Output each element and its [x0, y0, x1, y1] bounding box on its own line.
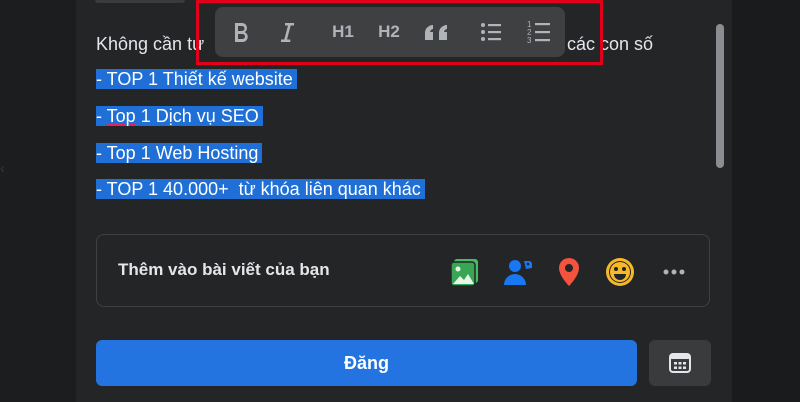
italic-icon [281, 23, 294, 42]
misspelled-word: TOP [106, 179, 144, 199]
bold-icon [235, 23, 248, 42]
dialog-top-element [95, 0, 185, 3]
editor-scrollbar[interactable] [716, 24, 724, 168]
editor-line-1[interactable]: - TOP 1 Thiết kế website [96, 67, 297, 91]
background-right [732, 0, 800, 402]
numbered-list-icon: 123 [527, 20, 550, 45]
editor-line-2[interactable]: - Top 1 Dịch vụ SEO [96, 104, 263, 128]
location-icon [559, 258, 579, 286]
bulleted-list-button[interactable] [473, 17, 509, 47]
misspelled-word: TOP [106, 69, 144, 89]
left-edge-chevron-icon: ‹ [0, 160, 5, 176]
feeling-activity-button[interactable] [603, 255, 637, 289]
misspelled-word: Top [106, 143, 136, 163]
tag-people-icon [504, 260, 532, 285]
add-to-post-box: Thêm vào bài viết của bạn [96, 234, 710, 307]
misspelled-word: Top [106, 106, 136, 126]
bold-button[interactable] [223, 17, 259, 47]
more-icon [663, 269, 685, 275]
bulleted-list-icon [481, 23, 501, 41]
add-to-post-label: Thêm vào bài viết của bạn [118, 260, 330, 279]
calendar-icon [669, 353, 691, 373]
quote-icon [424, 24, 447, 40]
post-button[interactable]: Đăng [96, 340, 637, 386]
background-left [0, 0, 76, 402]
italic-button[interactable] [269, 17, 305, 47]
heading1-button[interactable]: H1 [325, 17, 361, 47]
format-toolbar: H1 H2 123 [215, 7, 565, 57]
numbered-list-button[interactable]: 123 [521, 17, 557, 47]
feeling-icon [606, 258, 634, 286]
photo-video-button[interactable] [448, 255, 482, 289]
schedule-button[interactable] [649, 340, 711, 386]
editor-intro-left[interactable]: Không cần tự [96, 32, 204, 56]
editor-intro-right[interactable]: các con số [567, 32, 653, 56]
quote-button[interactable] [419, 17, 455, 47]
check-in-button[interactable] [552, 255, 586, 289]
tag-people-button[interactable] [501, 255, 535, 289]
svg-text:3: 3 [527, 36, 532, 45]
more-options-button[interactable] [657, 255, 691, 289]
heading2-button[interactable]: H2 [371, 17, 407, 47]
editor-line-3[interactable]: - Top 1 Web Hosting [96, 141, 263, 165]
editor-line-4[interactable]: - TOP 1 40.000+ từ khóa liên quan khác [96, 177, 425, 201]
photo-icon [450, 259, 478, 287]
